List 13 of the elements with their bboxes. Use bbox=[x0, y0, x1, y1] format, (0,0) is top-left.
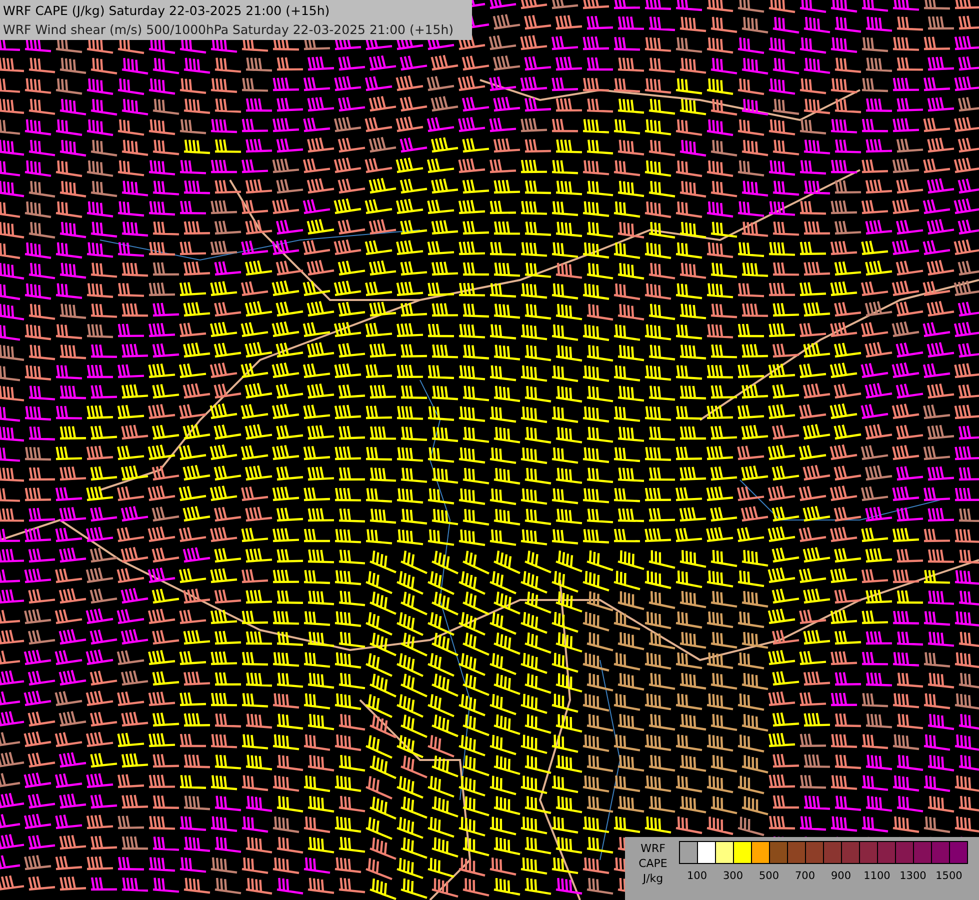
scale-tick-label: 700 bbox=[794, 870, 816, 882]
scale-tick-label: 900 bbox=[830, 870, 852, 882]
scale-tick-label: 300 bbox=[722, 870, 744, 882]
legend-label: J/kg bbox=[642, 871, 664, 886]
scale-tick-label: 1500 bbox=[934, 870, 964, 882]
map-title: WRF CAPE (J/kg) Saturday 22-03-2025 21:00 (+15h) bbox=[3, 2, 331, 20]
map-title: WRF Wind shear (m/s) 500/1000hPa Saturday 22-03-2025 21:00 (+15h) bbox=[3, 21, 455, 39]
scale-tick-label: 1300 bbox=[898, 870, 928, 882]
scale-tick-label: 500 bbox=[758, 870, 780, 882]
scale-tick-label: 1100 bbox=[862, 870, 892, 882]
legend-label: CAPE bbox=[638, 856, 668, 871]
scale-tick-label: 100 bbox=[686, 870, 708, 882]
legend-label: WRF bbox=[640, 841, 666, 856]
